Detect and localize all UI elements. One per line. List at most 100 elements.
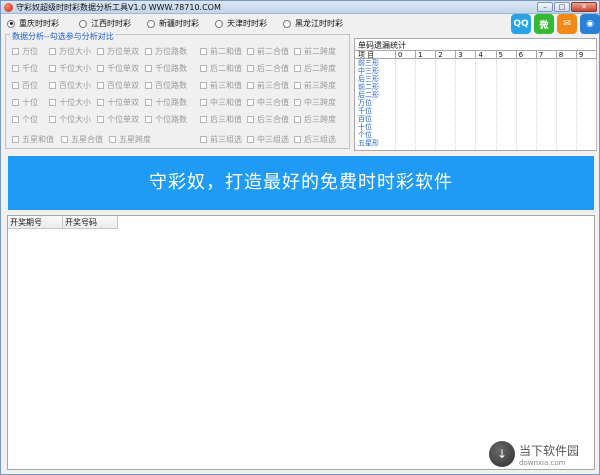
checkbox[interactable]	[12, 65, 19, 72]
checkbox[interactable]	[200, 65, 207, 72]
analysis-option[interactable]: 后二合值	[247, 63, 289, 74]
checkbox[interactable]	[247, 65, 254, 72]
analysis-option[interactable]: 千位	[12, 63, 38, 74]
mail-icon[interactable]: ✉	[557, 14, 577, 34]
analysis-option[interactable]: 个位路数	[145, 114, 187, 125]
checkbox[interactable]	[145, 82, 152, 89]
checkbox[interactable]	[61, 136, 68, 143]
checkbox[interactable]	[145, 48, 152, 55]
checkbox[interactable]	[247, 48, 254, 55]
radio-indicator[interactable]	[147, 19, 155, 28]
analysis-option[interactable]: 后三和值	[200, 114, 242, 125]
analysis-option[interactable]: 百位大小	[49, 80, 91, 91]
analysis-option[interactable]: 十位路数	[145, 97, 187, 108]
analysis-option[interactable]: 前三跨度	[294, 80, 336, 91]
radio-xinjiang[interactable]: 新疆时时彩	[147, 18, 199, 29]
chat-icon[interactable]: ◉	[580, 14, 600, 34]
qq-icon[interactable]: QQ	[511, 14, 531, 34]
radio-indicator[interactable]	[7, 19, 15, 28]
checkbox[interactable]	[49, 65, 56, 72]
checkbox[interactable]	[49, 116, 56, 123]
checkbox[interactable]	[294, 116, 301, 123]
checkbox[interactable]	[97, 82, 104, 89]
checkbox[interactable]	[49, 82, 56, 89]
checkbox[interactable]	[294, 136, 301, 143]
analysis-option[interactable]: 前二跨度	[294, 46, 336, 57]
analysis-option[interactable]: 五星合值	[61, 134, 103, 145]
analysis-option[interactable]: 十位	[12, 97, 38, 108]
analysis-option[interactable]: 万位单双	[97, 46, 139, 57]
checkbox[interactable]	[200, 48, 207, 55]
radio-indicator[interactable]	[79, 19, 87, 28]
checkbox[interactable]	[247, 116, 254, 123]
analysis-option[interactable]: 百位	[12, 80, 38, 91]
analysis-option[interactable]: 万位	[12, 46, 38, 57]
checkbox[interactable]	[247, 99, 254, 106]
analysis-option[interactable]: 后三组选	[294, 134, 336, 145]
analysis-option[interactable]: 百位路数	[145, 80, 187, 91]
checkbox[interactable]	[294, 48, 301, 55]
checkbox[interactable]	[294, 65, 301, 72]
analysis-option[interactable]: 十位单双	[97, 97, 139, 108]
analysis-option[interactable]: 后二跨度	[294, 63, 336, 74]
checkbox[interactable]	[12, 48, 19, 55]
analysis-option[interactable]: 后三跨度	[294, 114, 336, 125]
analysis-option[interactable]: 中三组选	[247, 134, 289, 145]
analysis-option[interactable]: 百位单双	[97, 80, 139, 91]
radio-chongqing[interactable]: 重庆时时彩	[7, 18, 59, 29]
analysis-option[interactable]: 个位	[12, 114, 38, 125]
analysis-option[interactable]: 千位单双	[97, 63, 139, 74]
checkbox[interactable]	[97, 116, 104, 123]
checkbox[interactable]	[12, 136, 19, 143]
maximize-button[interactable]: □	[554, 2, 570, 12]
checkbox[interactable]	[294, 82, 301, 89]
radio-indicator[interactable]	[215, 19, 223, 28]
analysis-option[interactable]: 中三合值	[247, 97, 289, 108]
analysis-option[interactable]: 前三和值	[200, 80, 242, 91]
radio-heilongjiang[interactable]: 黑龙江时时彩	[283, 18, 343, 29]
radio-tianjin[interactable]: 天津时时彩	[215, 18, 267, 29]
analysis-option[interactable]: 前三组选	[200, 134, 242, 145]
checkbox[interactable]	[49, 99, 56, 106]
checkbox[interactable]	[200, 136, 207, 143]
analysis-option[interactable]: 前二和值	[200, 46, 242, 57]
checkbox[interactable]	[97, 99, 104, 106]
checkbox[interactable]	[12, 116, 19, 123]
title-bar[interactable]: 守彩奴超级时时彩数据分析工具V1.0 WWW.78710.COM – □ ✕	[1, 1, 599, 14]
analysis-option[interactable]: 个位单双	[97, 114, 139, 125]
checkbox[interactable]	[109, 136, 116, 143]
analysis-option[interactable]: 后三合值	[247, 114, 289, 125]
minimize-button[interactable]: –	[537, 2, 553, 12]
checkbox[interactable]	[247, 82, 254, 89]
analysis-option[interactable]: 中三和值	[200, 97, 242, 108]
radio-indicator[interactable]	[283, 19, 291, 28]
checkbox[interactable]	[200, 99, 207, 106]
analysis-option[interactable]: 万位大小	[49, 46, 91, 57]
checkbox[interactable]	[12, 82, 19, 89]
radio-jiangxi[interactable]: 江西时时彩	[79, 18, 131, 29]
checkbox[interactable]	[145, 116, 152, 123]
analysis-option[interactable]: 中三跨度	[294, 97, 336, 108]
results-list[interactable]: 开奖期号 开奖号码	[7, 215, 595, 470]
checkbox[interactable]	[247, 136, 254, 143]
checkbox[interactable]	[97, 48, 104, 55]
analysis-option[interactable]: 后二和值	[200, 63, 242, 74]
analysis-option[interactable]: 五星跨度	[109, 134, 151, 145]
column-numbers[interactable]: 开奖号码	[63, 216, 118, 229]
analysis-option[interactable]: 万位路数	[145, 46, 187, 57]
wechat-icon[interactable]: 微	[534, 14, 554, 34]
checkbox[interactable]	[145, 99, 152, 106]
column-issue[interactable]: 开奖期号	[8, 216, 63, 229]
analysis-option[interactable]: 前三合值	[247, 80, 289, 91]
analysis-option[interactable]: 五星和值	[12, 134, 54, 145]
checkbox[interactable]	[12, 99, 19, 106]
checkbox[interactable]	[49, 48, 56, 55]
analysis-option[interactable]: 千位大小	[49, 63, 91, 74]
analysis-option[interactable]: 前二合值	[247, 46, 289, 57]
checkbox[interactable]	[200, 82, 207, 89]
checkbox[interactable]	[145, 65, 152, 72]
checkbox[interactable]	[294, 99, 301, 106]
analysis-option[interactable]: 千位路数	[145, 63, 187, 74]
analysis-option[interactable]: 个位大小	[49, 114, 91, 125]
checkbox[interactable]	[97, 65, 104, 72]
